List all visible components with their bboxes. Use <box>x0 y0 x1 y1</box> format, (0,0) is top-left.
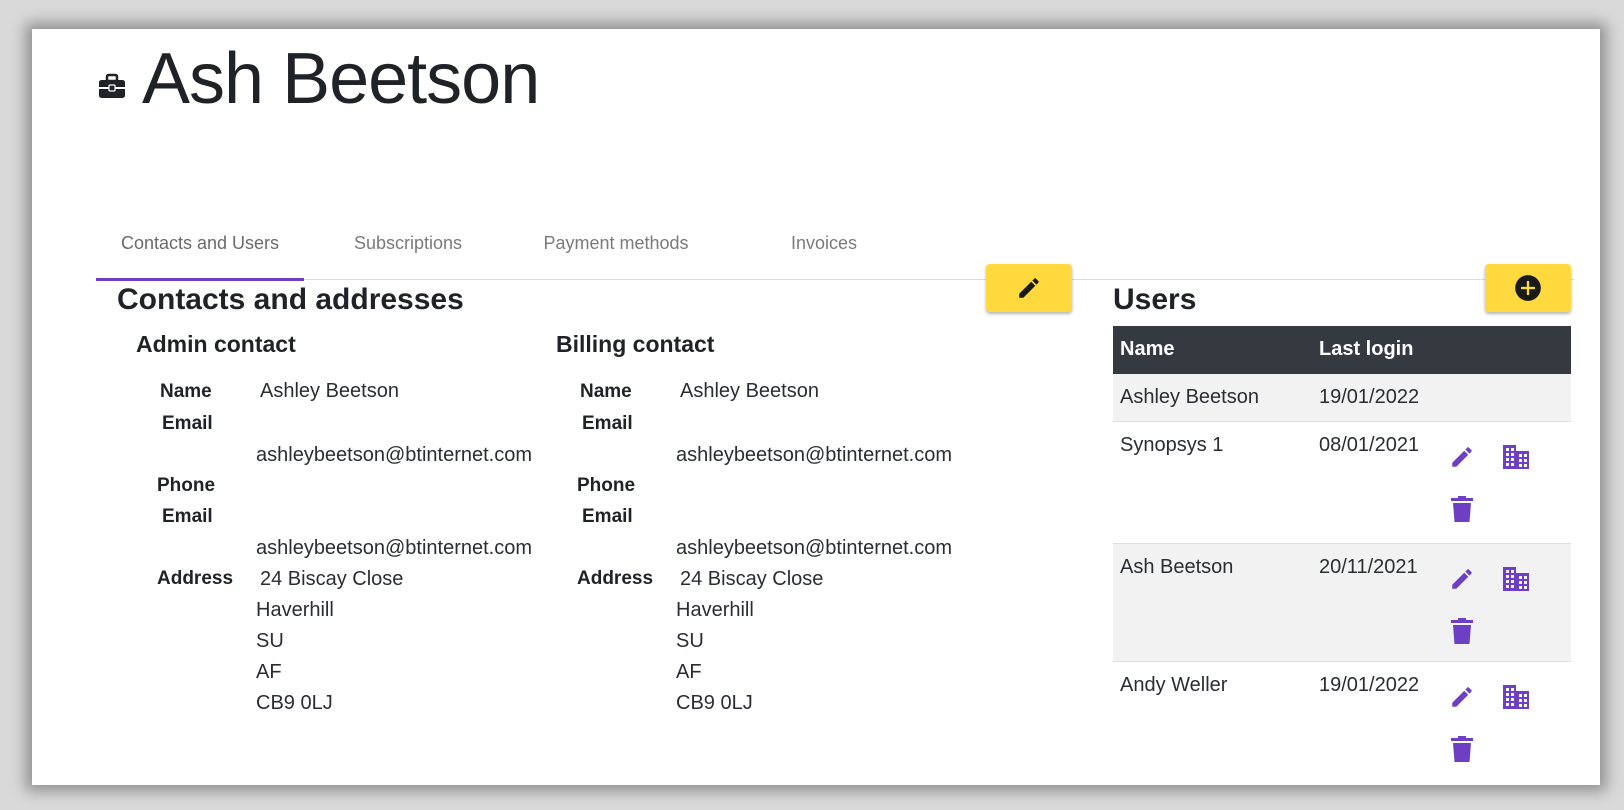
trash-icon <box>1451 496 1473 522</box>
user-last-login: 19/01/2022 <box>1319 674 1420 696</box>
add-user-button[interactable] <box>1485 264 1571 312</box>
tab-payment-methods[interactable]: Payment methods <box>512 207 720 279</box>
billing-name: Ashley Beetson <box>680 380 819 402</box>
trash-icon <box>1451 736 1473 762</box>
page-header: Ash Beetson <box>98 29 540 129</box>
user-name: Ash Beetson <box>1120 556 1234 578</box>
page: Ash Beetson Contacts and Users Subscript… <box>32 29 1600 785</box>
edit-icon <box>1452 447 1472 467</box>
billing-phone-email-label: Email <box>582 506 633 527</box>
building-icon <box>1503 685 1529 709</box>
tab-bar: Contacts and Users Subscriptions Payment… <box>96 207 1574 281</box>
building-icon <box>1503 445 1529 469</box>
edit-user-button[interactable] <box>1447 564 1477 594</box>
table-row: Synopsys 1 08/01/2021 <box>1113 422 1571 544</box>
billing-address-label: Address <box>577 568 654 589</box>
user-organisation-button[interactable] <box>1501 682 1531 712</box>
billing-phone-email: ashleybeetson@btinternet.com <box>676 537 953 559</box>
billing-email: ashleybeetson@btinternet.com <box>676 444 953 466</box>
contacts-heading: Contacts and addresses <box>117 283 464 316</box>
edit-icon <box>1452 687 1472 707</box>
admin-phone-label: Phone <box>157 475 216 496</box>
page-title: Ash Beetson <box>142 39 540 119</box>
billing-email-label: Email <box>582 413 633 434</box>
user-name: Andy Weller <box>1120 674 1228 696</box>
user-organisation-button[interactable] <box>1501 564 1531 594</box>
admin-address-label: Address <box>157 568 234 589</box>
table-row: Ashley Beetson 19/01/2022 <box>1113 374 1571 422</box>
billing-contact-heading: Billing contact <box>556 331 715 357</box>
tab-contacts-and-users[interactable]: Contacts and Users <box>96 207 304 281</box>
admin-address-line: 24 Biscay Close <box>260 568 404 590</box>
admin-address-line: SU <box>256 630 284 652</box>
admin-name: Ashley Beetson <box>260 380 399 402</box>
user-organisation-button[interactable] <box>1501 442 1531 472</box>
admin-address-line: Haverhill <box>256 599 334 621</box>
plus-circle-icon <box>1515 275 1541 301</box>
billing-address-line: Haverhill <box>676 599 754 621</box>
table-header: Name Last login <box>1113 326 1571 374</box>
users-table: Name Last login Ashley Beetson 19/01/202… <box>1113 326 1571 779</box>
billing-address-line: AF <box>676 661 702 683</box>
admin-email-label: Email <box>162 413 213 434</box>
billing-address-line: CB9 0LJ <box>676 692 753 714</box>
admin-name-label: Name <box>160 381 212 402</box>
briefcase-icon <box>99 73 125 98</box>
edit-contacts-button[interactable] <box>986 264 1072 312</box>
table-row: Andy Weller 19/01/2022 <box>1113 662 1571 779</box>
admin-email: ashleybeetson@btinternet.com <box>256 444 533 466</box>
admin-address-line: CB9 0LJ <box>256 692 333 714</box>
delete-user-button[interactable] <box>1447 734 1477 764</box>
tab-invoices[interactable]: Invoices <box>720 207 928 279</box>
billing-address-line: 24 Biscay Close <box>680 568 824 590</box>
table-row: Ash Beetson 20/11/2021 <box>1113 544 1571 662</box>
users-heading: Users <box>1113 283 1197 316</box>
admin-contact-heading: Admin contact <box>136 331 296 357</box>
column-header-last-login: Last login <box>1319 338 1414 360</box>
edit-user-button[interactable] <box>1447 682 1477 712</box>
building-icon <box>1503 567 1529 591</box>
tab-subscriptions[interactable]: Subscriptions <box>304 207 512 279</box>
column-header-name: Name <box>1120 338 1175 360</box>
edit-user-button[interactable] <box>1447 442 1477 472</box>
admin-address-line: AF <box>256 661 282 683</box>
edit-icon <box>1452 569 1472 589</box>
admin-phone-email-label: Email <box>162 506 213 527</box>
delete-user-button[interactable] <box>1447 494 1477 524</box>
user-last-login: 08/01/2021 <box>1319 434 1420 456</box>
billing-phone-label: Phone <box>577 475 636 496</box>
pencil-icon <box>1019 278 1039 298</box>
billing-name-label: Name <box>580 381 632 402</box>
user-last-login: 19/01/2022 <box>1319 386 1420 408</box>
user-name: Synopsys 1 <box>1120 434 1224 456</box>
delete-user-button[interactable] <box>1447 616 1477 646</box>
trash-icon <box>1451 618 1473 644</box>
user-name: Ashley Beetson <box>1120 386 1259 408</box>
billing-address-line: SU <box>676 630 704 652</box>
user-last-login: 20/11/2021 <box>1319 556 1418 578</box>
admin-phone-email: ashleybeetson@btinternet.com <box>256 537 533 559</box>
